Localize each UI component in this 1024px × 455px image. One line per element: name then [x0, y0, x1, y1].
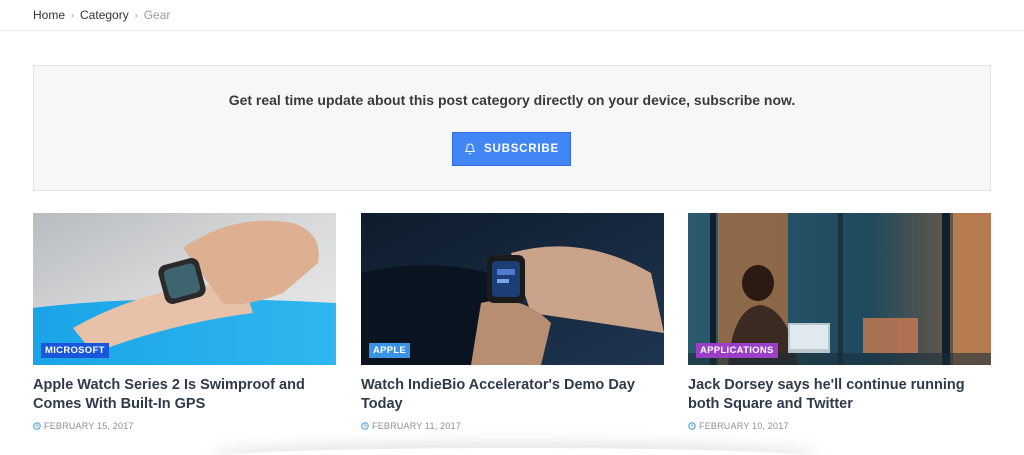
breadcrumb-home-link[interactable]: Home — [33, 8, 65, 22]
breadcrumb: Home › Category › Gear — [33, 8, 170, 22]
breadcrumb-bar: Home › Category › Gear — [0, 0, 1024, 31]
post-meta: FEBRUARY 15, 2017 — [33, 421, 336, 431]
post-thumbnail[interactable]: APPLE — [361, 213, 664, 365]
bell-icon — [465, 143, 476, 155]
floating-bar-shadow — [210, 448, 820, 455]
post-thumbnail[interactable]: MICROSOFT — [33, 213, 336, 365]
post-meta: FEBRUARY 10, 2017 — [688, 421, 991, 431]
breadcrumb-separator: › — [134, 10, 138, 20]
post-card: APPLE Watch IndieBio Accelerator's Demo … — [361, 213, 664, 431]
clock-icon — [33, 422, 41, 430]
post-title[interactable]: Apple Watch Series 2 Is Swimproof and Co… — [33, 376, 336, 414]
breadcrumb-separator: › — [71, 10, 75, 20]
subscribe-text: Get real time update about this post cat… — [228, 92, 796, 108]
subscribe-box: Get real time update about this post cat… — [33, 65, 991, 191]
post-title[interactable]: Jack Dorsey says he'll continue running … — [688, 376, 991, 414]
clock-icon — [361, 422, 369, 430]
subscribe-button-label: SUBSCRIBE — [484, 143, 559, 155]
post-date: FEBRUARY 15, 2017 — [44, 421, 134, 431]
category-badge[interactable]: MICROSOFT — [41, 343, 109, 358]
post-thumbnail[interactable]: APPLICATIONS — [688, 213, 991, 365]
post-card: APPLICATIONS Jack Dorsey says he'll cont… — [688, 213, 991, 431]
category-badge[interactable]: APPLE — [369, 343, 411, 358]
post-date: FEBRUARY 10, 2017 — [699, 421, 789, 431]
post-meta: FEBRUARY 11, 2017 — [361, 421, 664, 431]
post-card: MICROSOFT Apple Watch Series 2 Is Swimpr… — [33, 213, 336, 431]
breadcrumb-current: Gear — [143, 8, 171, 22]
clock-icon — [688, 422, 696, 430]
category-badge[interactable]: APPLICATIONS — [696, 343, 778, 358]
post-date: FEBRUARY 11, 2017 — [372, 421, 461, 431]
post-title[interactable]: Watch IndieBio Accelerator's Demo Day To… — [361, 376, 664, 414]
subscribe-button[interactable]: SUBSCRIBE — [452, 132, 571, 166]
breadcrumb-category-link[interactable]: Category — [80, 8, 129, 22]
